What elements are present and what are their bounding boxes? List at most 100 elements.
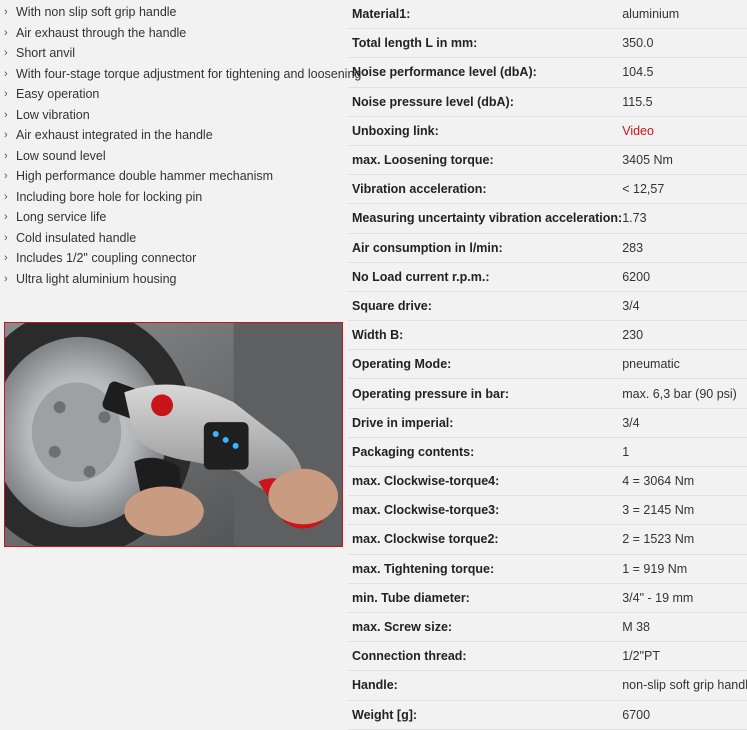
table-row: max. Clockwise-torque4: 4 = 3064 Nm [348, 466, 747, 497]
spec-label: Noise performance level (dbA): [348, 57, 623, 88]
spec-label: max. Loosening torque: [348, 145, 623, 176]
spec-value: non-slip soft grip handle [622, 670, 747, 701]
chevron-right-icon: › [4, 26, 8, 39]
spec-label: Air consumption in l/min: [348, 233, 623, 263]
chevron-right-icon: › [4, 129, 8, 141]
spec-label: Unboxing link: [348, 116, 623, 146]
spec-label: max. Clockwise-torque4: [348, 466, 623, 497]
chevron-right-icon: › [4, 272, 8, 285]
table-row: Connection thread: 1/2"PT [348, 641, 747, 672]
spec-label: Operating Mode: [348, 349, 623, 380]
table-row: max. Screw size: M 38 [348, 612, 747, 643]
spec-value: 3/4" - 19 mm [622, 583, 747, 613]
feature-item: › With non slip soft grip handle [0, 2, 348, 23]
spec-label: Connection thread: [348, 641, 623, 672]
feature-item: › High performance double hammer mechanis… [0, 166, 348, 187]
spec-value: 1.73 [622, 203, 747, 234]
table-row: min. Tube diameter: 3/4" - 19 mm [348, 583, 747, 613]
table-row: Width B: 230 [348, 320, 747, 351]
table-row: max. Loosening torque: 3405 Nm [348, 145, 747, 176]
spec-label: Handle: [348, 670, 623, 701]
feature-item: › Long service life [0, 207, 348, 228]
spec-value: < 12,57 [622, 174, 747, 205]
table-row: Drive in imperial: 3/4 [348, 408, 747, 438]
table-row: Air consumption in l/min: 283 [348, 233, 747, 263]
spec-value: 3/4 [622, 291, 747, 322]
spec-label: Width B: [348, 320, 623, 351]
spec-label: max. Clockwise-torque3: [348, 495, 623, 526]
spec-value: 6200 [622, 262, 747, 292]
feature-item: › Ultra light aluminium housing [0, 269, 348, 290]
feature-item: › With four-stage torque adjustment for t… [0, 64, 361, 85]
chevron-right-icon: › [4, 170, 8, 182]
chevron-right-icon: › [4, 67, 8, 80]
video-link[interactable]: Video [622, 116, 747, 146]
table-row: Packaging contents: 1 [348, 437, 747, 468]
spec-value: aluminium [622, 0, 747, 30]
chevron-right-icon: › [4, 252, 8, 264]
spec-label: Packaging contents: [348, 437, 623, 468]
spec-value: 2 = 1523 Nm [622, 524, 747, 555]
table-row: Operating Mode: pneumatic [348, 349, 747, 380]
table-row: Handle: non-slip soft grip handle [348, 670, 747, 701]
spec-label: Total length L in mm: [348, 28, 623, 59]
spec-value: M 38 [622, 612, 747, 643]
spec-value: 4 = 3064 Nm [622, 466, 747, 497]
spec-label: Square drive: [348, 291, 623, 322]
spec-table: Material1: aluminium Total length L in mm… [348, 0, 747, 730]
feature-item: › Low vibration [0, 105, 348, 126]
table-row: max. Clockwise torque2: 2 = 1523 Nm [348, 524, 747, 555]
spec-label: Drive in imperial: [348, 408, 623, 438]
spec-label: Operating pressure in bar: [348, 378, 623, 409]
table-row: Weight [g]: 6700 [348, 700, 747, 730]
feature-item: › Air exhaust integrated in the handle [0, 125, 348, 146]
chevron-right-icon: › [4, 88, 8, 100]
table-row: Noise performance level (dbA): 104.5 [348, 57, 747, 88]
chevron-right-icon: › [4, 108, 8, 121]
spec-value: 3 = 2145 Nm [622, 495, 747, 526]
product-photo[interactable] [4, 322, 343, 547]
spec-value: 1/2"PT [622, 641, 747, 672]
feature-item: › Cold insulated handle [0, 228, 348, 249]
impact-wrench-on-wheel-illustration [5, 323, 342, 546]
spec-label: max. Clockwise torque2: [348, 524, 623, 555]
spec-value: pneumatic [622, 349, 747, 380]
spec-label: max. Screw size: [348, 612, 623, 643]
chevron-right-icon: › [4, 211, 8, 223]
spec-label: Vibration acceleration: [348, 174, 623, 205]
spec-value: 350.0 [622, 28, 747, 59]
table-row: Unboxing link: Video [348, 116, 747, 146]
table-row: Vibration acceleration: < 12,57 [348, 174, 747, 205]
chevron-right-icon: › [4, 231, 8, 244]
spec-label: Material1: [348, 0, 623, 30]
spec-value: 1 = 919 Nm [622, 554, 747, 584]
spec-value: 6700 [622, 700, 747, 730]
table-row: Square drive: 3/4 [348, 291, 747, 322]
table-row: Material1: aluminium [348, 0, 747, 30]
table-row: No Load current r.p.m.: 6200 [348, 262, 747, 292]
feature-item: › Low sound level [0, 146, 348, 167]
table-row: Measuring uncertainty vibration accelera… [348, 203, 747, 234]
table-row: Noise pressure level (dbA): 115.5 [348, 87, 747, 117]
table-row: max. Clockwise-torque3: 3 = 2145 Nm [348, 495, 747, 526]
spec-value: 3/4 [622, 408, 747, 438]
feature-list: › With non slip soft grip handle › Air exh… [0, 0, 361, 290]
spec-value: 115.5 [622, 87, 747, 117]
feature-item: › Easy operation [0, 84, 348, 105]
spec-label: Measuring uncertainty vibration accelera… [348, 203, 623, 234]
table-row: max. Tightening torque: 1 = 919 Nm [348, 554, 747, 584]
spec-value: 104.5 [622, 57, 747, 88]
feature-item: › Air exhaust through the handle [0, 23, 348, 44]
feature-item: › Including bore hole for locking pin [0, 187, 348, 208]
spec-value: max. 6,3 bar (90 psi) [622, 378, 747, 409]
feature-item: › Short anvil [0, 43, 348, 64]
spec-label: Noise pressure level (dbA): [348, 87, 623, 117]
spec-value: 1 [622, 437, 747, 468]
spec-label: max. Tightening torque: [348, 554, 623, 584]
chevron-right-icon: › [4, 6, 8, 18]
spec-value: 283 [622, 233, 747, 263]
spec-value: 230 [622, 320, 747, 351]
table-row: Operating pressure in bar: max. 6,3 bar (… [348, 378, 747, 409]
feature-item: › Includes 1/2" coupling connector [0, 248, 348, 269]
spec-label: min. Tube diameter: [348, 583, 623, 613]
